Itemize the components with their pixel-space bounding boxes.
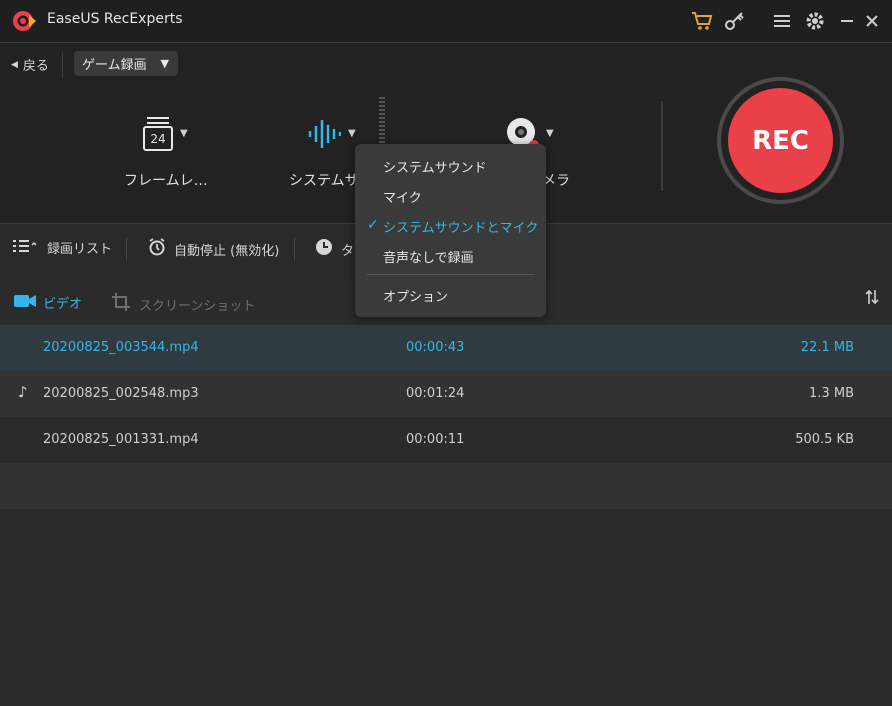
list-icon (13, 239, 39, 257)
tab-video-label: ビデオ (43, 297, 83, 312)
cart-icon[interactable] (691, 10, 713, 32)
task-schedule-button[interactable]: タ (315, 238, 354, 260)
menu-divider (367, 274, 535, 275)
file-duration: 00:01:24 (406, 386, 465, 401)
task-schedule-label: タ (341, 243, 355, 259)
frame-rate-label: フレームレ… (124, 173, 208, 189)
menu-item-no-audio[interactable]: 音声なしで録画 (383, 247, 474, 266)
audio-label: システムサ (289, 173, 359, 189)
divider (62, 52, 63, 78)
clock-icon (315, 238, 333, 260)
frame-rate-icon[interactable]: 24 (142, 116, 174, 152)
sort-icon[interactable] (865, 289, 879, 309)
auto-stop-button[interactable]: 自動停止 (無効化) (148, 238, 279, 260)
chevron-down-icon: ▼ (160, 57, 169, 70)
file-size: 22.1 MB (800, 340, 854, 355)
divider (126, 238, 127, 260)
table-row[interactable]: 20200825_003544.mp4 00:00:43 22.1 MB (0, 325, 892, 371)
record-list-button[interactable]: 録画リスト (13, 238, 112, 257)
webcam-label: メラ (542, 173, 570, 189)
file-size: 500.5 KB (795, 432, 854, 447)
music-note-icon: ♪ (18, 383, 28, 401)
menu-item-system-sound-and-mic[interactable]: システムサウンドとマイク (383, 217, 538, 236)
back-label: 戻る (22, 59, 49, 74)
file-name: 20200825_003544.mp4 (43, 340, 199, 355)
menu-item-microphone[interactable]: マイク (383, 187, 422, 206)
tab-screenshot[interactable]: スクリーンショット (112, 293, 255, 315)
minimize-icon[interactable] (836, 10, 858, 32)
key-icon[interactable] (724, 10, 746, 32)
table-row[interactable]: ♪ 20200825_002548.mp3 00:01:24 1.3 MB (0, 371, 892, 417)
gear-icon[interactable] (804, 10, 826, 32)
file-size: 1.3 MB (809, 386, 854, 401)
tab-video[interactable]: ビデオ (14, 293, 82, 312)
back-arrow-icon: ◀ (11, 59, 18, 70)
alarm-clock-icon (148, 238, 166, 260)
empty-row (0, 463, 892, 509)
menu-item-system-sound[interactable]: システムサウンド (383, 157, 487, 176)
table-row[interactable]: 20200825_001331.mp4 00:00:11 500.5 KB (0, 417, 892, 463)
recording-mode-select[interactable]: ゲーム録画 ▼ (74, 51, 178, 76)
app-title: EaseUS RecExperts (47, 11, 183, 27)
auto-stop-label: 自動停止 (無効化) (174, 243, 280, 259)
checkmark-icon: ✓ (367, 217, 379, 233)
file-duration: 00:00:43 (406, 340, 465, 355)
app-logo-icon (12, 9, 36, 33)
audio-wave-icon[interactable] (307, 119, 342, 153)
mode-value: ゲーム録画 (82, 58, 147, 73)
file-name: 20200825_001331.mp4 (43, 432, 199, 447)
close-icon[interactable] (861, 10, 883, 32)
tab-screenshot-label: スクリーンショット (139, 298, 256, 314)
crop-icon (112, 293, 132, 315)
record-list-label: 録画リスト (47, 242, 113, 257)
divider (294, 238, 295, 260)
rec-button[interactable]: REC (728, 88, 833, 193)
chevron-down-icon[interactable]: ▼ (180, 128, 188, 139)
file-duration: 00:00:11 (406, 432, 465, 447)
divider (661, 101, 663, 191)
chevron-down-icon[interactable]: ▼ (348, 128, 356, 139)
menu-icon[interactable] (771, 10, 793, 32)
audio-source-menu: システムサウンド マイク ✓ システムサウンドとマイク 音声なしで録画 オプショ… (355, 144, 546, 317)
file-name: 20200825_002548.mp3 (43, 386, 199, 401)
back-button[interactable]: ◀ 戻る (11, 55, 49, 74)
menu-item-options[interactable]: オプション (383, 286, 448, 305)
video-camera-icon (14, 294, 36, 312)
chevron-down-icon[interactable]: ▼ (546, 128, 554, 139)
frame-rate-value: 24 (150, 132, 166, 146)
